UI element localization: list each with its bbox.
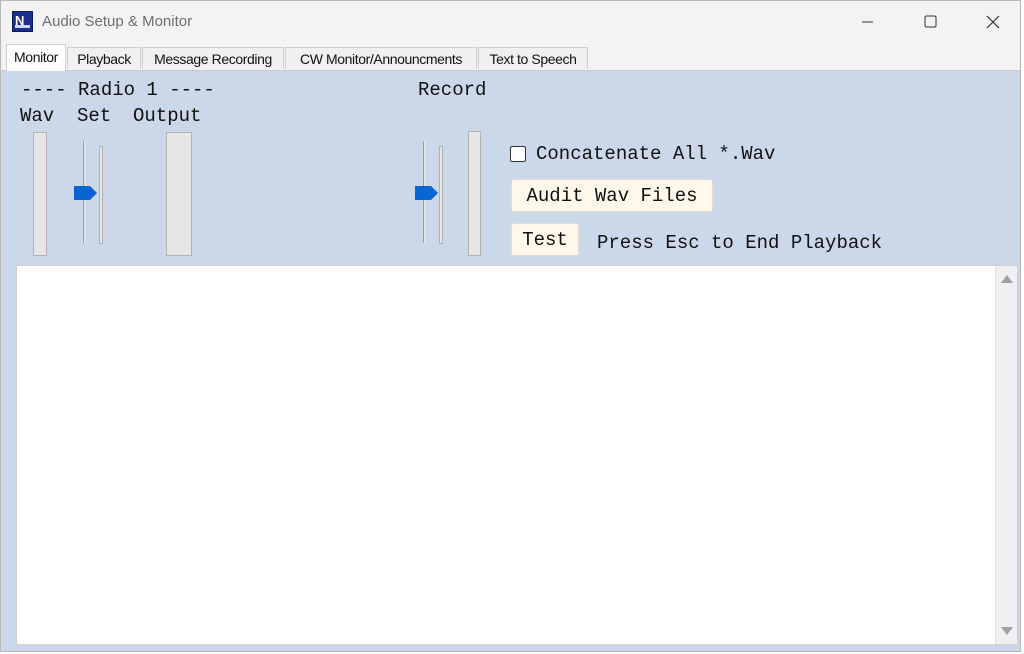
output-level-meter [166, 132, 192, 256]
record-slider-thumb[interactable] [415, 185, 439, 201]
test-button[interactable]: Test [511, 223, 579, 256]
concatenate-label[interactable]: Concatenate All *.Wav [536, 143, 775, 165]
tab-message-recording[interactable]: Message Recording [142, 47, 284, 69]
record-slider-slot [439, 146, 443, 244]
close-button[interactable] [961, 1, 1020, 43]
window-title: Audio Setup & Monitor [42, 13, 193, 30]
title-bar[interactable]: N Audio Setup & Monitor [1, 1, 1020, 43]
tab-playback[interactable]: Playback [67, 47, 141, 69]
tab-cw-monitor[interactable]: CW Monitor/Announcments [285, 47, 477, 69]
esc-hint-text: Press Esc to End Playback [597, 232, 883, 254]
nm-logo-icon: N [12, 11, 33, 32]
maximize-icon [924, 15, 937, 28]
record-level-meter [468, 131, 481, 256]
set-slider-slot [99, 146, 103, 244]
maximize-button[interactable] [899, 1, 961, 43]
scroll-up-icon[interactable] [1000, 274, 1014, 284]
close-icon [986, 15, 1000, 29]
scroll-down-icon[interactable] [1000, 626, 1014, 636]
tab-monitor[interactable]: Monitor [6, 44, 66, 71]
set-label: Set [77, 105, 112, 127]
audio-setup-window: N Audio Setup & Monitor Monitor Playback… [0, 0, 1021, 652]
minimize-icon [862, 21, 873, 23]
output-label: Output [133, 105, 202, 127]
minimize-button[interactable] [837, 1, 899, 43]
audit-wav-files-button[interactable]: Audit Wav Files [511, 179, 713, 212]
monitor-output-textarea[interactable] [16, 265, 1018, 645]
wav-label: Wav [20, 105, 55, 127]
tab-text-to-speech[interactable]: Text to Speech [478, 47, 588, 69]
wav-level-meter [33, 132, 47, 256]
set-slider-thumb[interactable] [74, 185, 98, 201]
concatenate-checkbox[interactable] [510, 146, 526, 162]
record-label: Record [418, 79, 487, 101]
vertical-scrollbar[interactable] [995, 266, 1017, 644]
monitor-panel: ---- Radio 1 ---- Wav Set Output Record … [1, 71, 1020, 651]
tab-strip: Monitor Playback Message Recording CW Mo… [1, 44, 1020, 71]
radio-header: ---- Radio 1 ---- [21, 79, 215, 101]
